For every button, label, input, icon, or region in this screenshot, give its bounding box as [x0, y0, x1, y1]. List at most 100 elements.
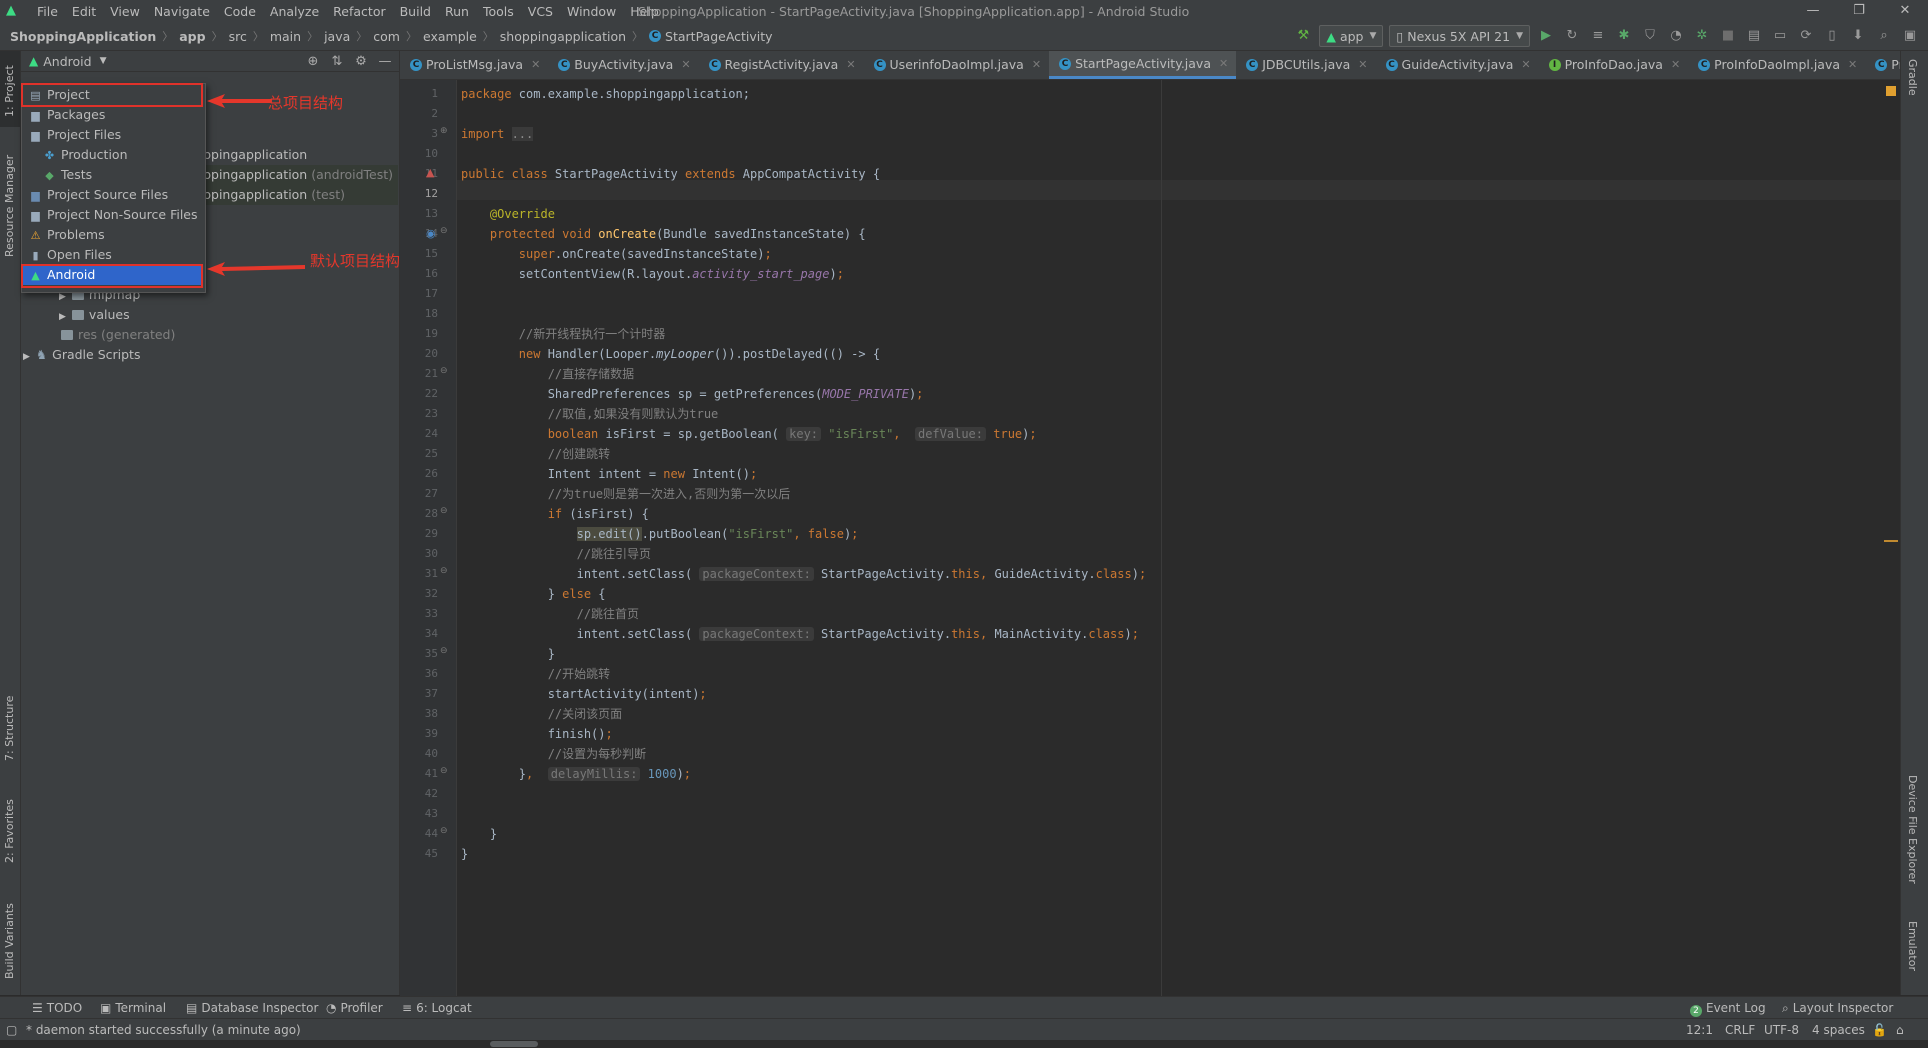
fold-marker-icon[interactable]: ⊖ — [440, 826, 448, 836]
expand-arrow-icon[interactable]: ▶ — [59, 312, 66, 322]
view-option-project-source-files[interactable]: ▆ Project Source Files — [23, 185, 202, 205]
search-everywhere-icon[interactable]: ⌕ — [1874, 26, 1894, 46]
tab-prolistmsg[interactable]: C ProListMsg.java ✕ — [400, 51, 548, 79]
tool-tab-build-variants[interactable]: Build Variants — [0, 891, 20, 983]
minimize-icon[interactable]: — — [1790, 0, 1836, 22]
apply-changes-icon[interactable]: ↻ — [1562, 26, 1582, 46]
tool-tab-logcat[interactable]: ≡ 6: Logcat — [402, 997, 472, 1019]
run-class-icon[interactable]: ▲ — [426, 166, 434, 179]
warning-marker-icon[interactable] — [1886, 86, 1896, 96]
menu-view[interactable]: View — [103, 4, 147, 19]
tree-item-package-androidtest[interactable]: shoppingapplication (androidTest) — [181, 165, 398, 185]
view-option-problems[interactable]: ⚠ Problems — [23, 225, 202, 245]
tool-tab-project[interactable]: 1: Project — [0, 51, 20, 127]
tab-jdbcutils[interactable]: C JDBCUtils.java ✕ — [1236, 51, 1375, 79]
breadcrumb-main[interactable]: main — [270, 29, 301, 44]
fold-marker-icon[interactable]: ⊖ — [440, 226, 448, 236]
collapse-all-icon[interactable]: ⇅ — [329, 54, 345, 69]
breadcrumb-project[interactable]: ShoppingApplication — [10, 29, 156, 44]
scrollbar-thumb[interactable] — [490, 1041, 538, 1047]
stop-icon[interactable]: ■ — [1718, 26, 1738, 46]
fold-marker-icon[interactable]: ⊖ — [440, 646, 448, 656]
menu-file[interactable]: File — [30, 4, 65, 19]
locate-target-icon[interactable]: ⊕ — [305, 54, 321, 69]
breadcrumb-src[interactable]: src — [229, 29, 247, 44]
indent-setting[interactable]: 4 spaces — [1812, 1019, 1865, 1041]
breadcrumb-com[interactable]: com — [373, 29, 400, 44]
tab-registactivity[interactable]: C RegistActivity.java ✕ — [699, 51, 864, 79]
tool-tab-resource-manager[interactable]: Resource Manager — [0, 147, 20, 267]
file-encoding[interactable]: UTF-8 — [1764, 1019, 1799, 1041]
close-icon[interactable]: ✕ — [531, 51, 540, 79]
close-icon[interactable]: ✕ — [1671, 51, 1680, 79]
menu-build[interactable]: Build — [393, 4, 438, 19]
fold-marker-icon[interactable]: ⊖ — [440, 766, 448, 776]
close-icon[interactable]: ✕ — [846, 51, 855, 79]
breadcrumb-package[interactable]: shoppingapplication — [500, 29, 626, 44]
sync-gradle-icon[interactable]: ⟳ — [1796, 26, 1816, 46]
memory-indicator-icon[interactable]: ⌂ — [1896, 1019, 1904, 1041]
coverage-icon[interactable]: ⛉ — [1640, 26, 1660, 46]
tab-guideactivity[interactable]: C GuideActivity.java ✕ — [1376, 51, 1539, 79]
hide-icon[interactable]: — — [377, 54, 393, 69]
close-icon[interactable]: ✕ — [1358, 51, 1367, 79]
import-fold-placeholder[interactable]: ... — [511, 127, 534, 141]
tool-tab-database-inspector[interactable]: ▤ Database Inspector — [186, 997, 318, 1019]
menu-refactor[interactable]: Refactor — [326, 4, 392, 19]
make-project-hammer-icon[interactable]: ⚒ — [1293, 26, 1313, 46]
menu-code[interactable]: Code — [217, 4, 263, 19]
apply-code-changes-icon[interactable]: ≡ — [1588, 26, 1608, 46]
close-icon[interactable]: ✕ — [1882, 0, 1928, 22]
view-option-open-files[interactable]: ▮ Open Files — [23, 245, 202, 265]
profile-icon[interactable]: ◔ — [1666, 26, 1686, 46]
account-icon[interactable]: ▣ — [1900, 26, 1920, 46]
horizontal-scrollbar[interactable] — [0, 1040, 1928, 1048]
tool-tab-favorites[interactable]: 2: Favorites — [0, 791, 20, 871]
sdk-manager-icon[interactable]: ⬇ — [1848, 26, 1868, 46]
menu-run[interactable]: Run — [438, 4, 476, 19]
close-icon[interactable]: ✕ — [1848, 51, 1857, 79]
status-message[interactable]: * daemon started successfully (a minute … — [26, 1019, 301, 1041]
device-select[interactable]: ▯ Nexus 5X API 21 ▼ — [1389, 25, 1530, 47]
tree-item-gradle-scripts[interactable]: ▶ ♞ Gradle Scripts — [23, 345, 140, 365]
close-icon[interactable]: ✕ — [1219, 51, 1228, 78]
project-structure-icon[interactable]: ▤ — [1744, 26, 1764, 46]
menu-edit[interactable]: Edit — [65, 4, 103, 19]
menu-navigate[interactable]: Navigate — [147, 4, 217, 19]
tree-item-package-test[interactable]: shoppingapplication (test) — [181, 185, 398, 205]
tab-startpageactivity[interactable]: C StartPageActivity.java ✕ — [1049, 51, 1237, 79]
close-icon[interactable]: ✕ — [1032, 51, 1041, 79]
toggle-tool-windows-icon[interactable]: ▢ — [6, 1019, 17, 1041]
tool-tab-layout-inspector[interactable]: ⌕ Layout Inspector — [1782, 997, 1893, 1019]
expand-arrow-icon[interactable]: ▶ — [23, 352, 30, 362]
tree-item-values[interactable]: ▶ values — [59, 305, 130, 325]
restore-icon[interactable]: ❐ — [1836, 0, 1882, 22]
view-option-project-non-source-files[interactable]: ▆ Project Non-Source Files — [23, 205, 202, 225]
close-icon[interactable]: ✕ — [1521, 51, 1530, 79]
breadcrumb-example[interactable]: example — [423, 29, 477, 44]
menu-analyze[interactable]: Analyze — [263, 4, 326, 19]
tab-prolistactivity[interactable]: CProListActivit▼ — [1865, 51, 1900, 79]
tool-tab-todo[interactable]: ☰ TODO — [32, 997, 82, 1019]
override-method-icon[interactable]: ◉ — [426, 227, 436, 240]
caret-position[interactable]: 12:1 — [1686, 1019, 1713, 1041]
fold-marker-icon[interactable]: ⊕ — [440, 126, 448, 136]
breadcrumb-module[interactable]: app — [179, 29, 205, 44]
tab-userinfodaoimpl[interactable]: C UserinfoDaoImpl.java ✕ — [864, 51, 1050, 79]
gear-icon[interactable]: ⚙ — [353, 54, 369, 69]
tool-tab-terminal[interactable]: ▣ Terminal — [100, 997, 166, 1019]
project-view-header[interactable]: ▲ Android ▼ ⊕ ⇅ ⚙ — — [21, 51, 399, 72]
tab-buyactivity[interactable]: C BuyActivity.java ✕ — [548, 51, 698, 79]
lock-icon[interactable]: 🔓 — [1872, 1019, 1887, 1041]
tree-item-res-generated[interactable]: res (generated) — [61, 325, 175, 345]
fold-marker-icon[interactable]: ⊖ — [440, 506, 448, 516]
code-editor[interactable]: package com.example.shoppingapplication;… — [457, 80, 1900, 996]
tool-tab-profiler[interactable]: ◔ Profiler — [326, 997, 383, 1019]
tool-tab-event-log[interactable]: 2 Event Log — [1690, 997, 1766, 1019]
view-option-project-files[interactable]: ▆ Project Files — [23, 125, 202, 145]
run-icon[interactable]: ▶ — [1536, 26, 1556, 46]
layout-icon[interactable]: ▭ — [1770, 26, 1790, 46]
menu-tools[interactable]: Tools — [476, 4, 521, 19]
menu-window[interactable]: Window — [560, 4, 623, 19]
view-option-tests[interactable]: ◆ Tests — [23, 165, 202, 185]
